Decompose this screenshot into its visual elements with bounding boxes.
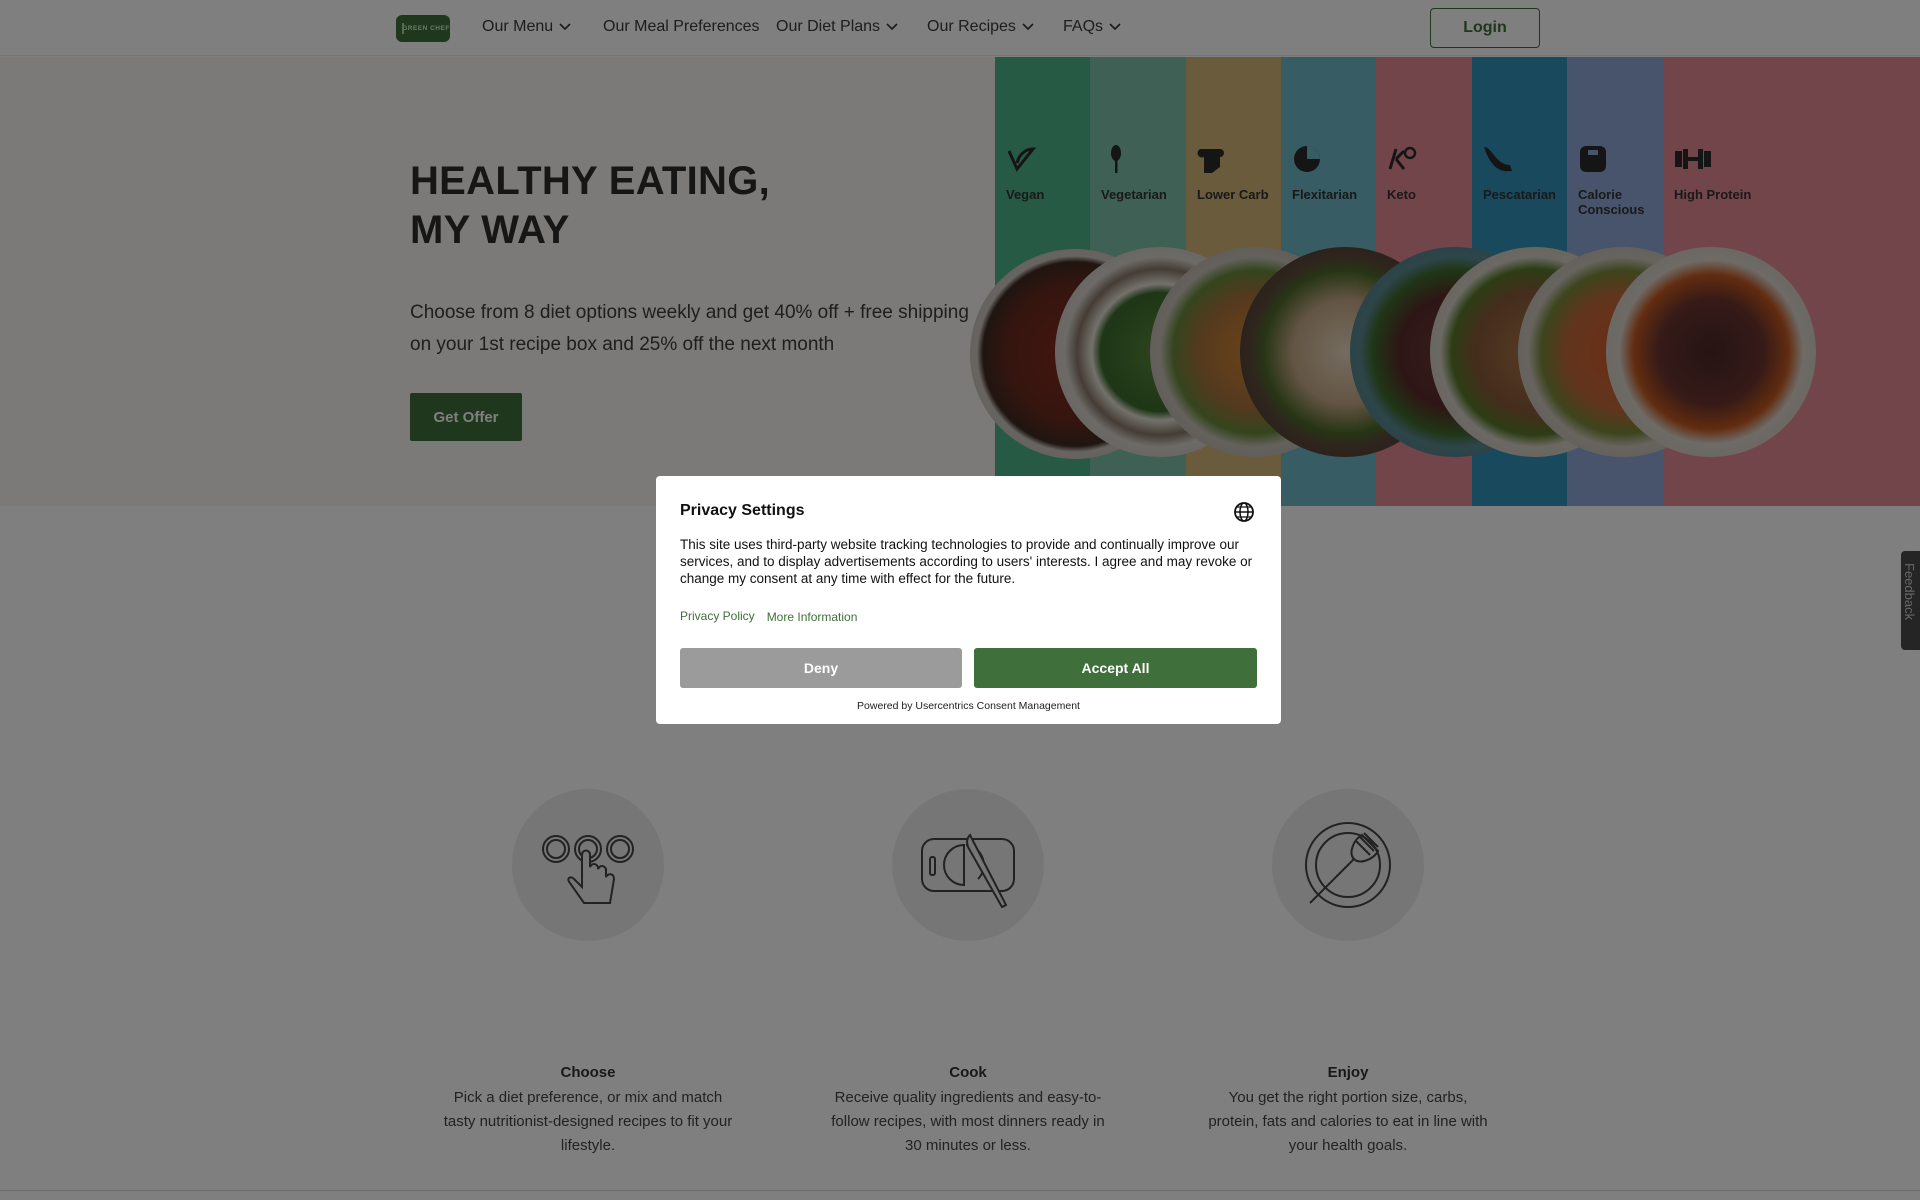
- accept-all-button[interactable]: Accept All: [974, 648, 1257, 688]
- globe-language-icon[interactable]: [1233, 501, 1255, 523]
- dialog-links: Privacy Policy More Information: [680, 609, 858, 624]
- powered-by-text: Powered by Usercentrics Consent Manageme…: [857, 700, 1080, 712]
- dialog-body-text: This site uses third-party website track…: [680, 537, 1253, 586]
- privacy-settings-dialog: Privacy Settings This site uses third-pa…: [656, 476, 1281, 724]
- dialog-title: Privacy Settings: [680, 502, 805, 519]
- more-information-link[interactable]: More Information: [767, 610, 858, 624]
- deny-button[interactable]: Deny: [680, 648, 962, 688]
- privacy-policy-link[interactable]: Privacy Policy: [680, 609, 755, 623]
